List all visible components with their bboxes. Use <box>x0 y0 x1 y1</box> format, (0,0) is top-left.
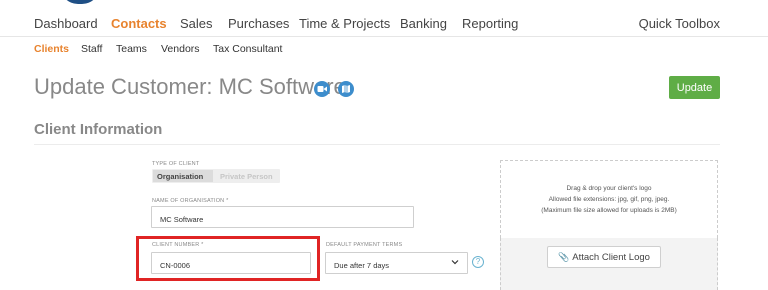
section-divider <box>34 144 720 145</box>
help-icon[interactable]: ? <box>472 256 484 268</box>
paperclip-icon: 📎 <box>558 251 570 262</box>
subnav-tax-consultant[interactable]: Tax Consultant <box>213 43 282 55</box>
map-icon[interactable] <box>338 81 354 97</box>
org-name-value: MC Software <box>160 215 204 224</box>
subnav-teams[interactable]: Teams <box>116 43 147 55</box>
payment-terms-value: Due after 7 days <box>334 261 390 270</box>
dropzone-size-limit: (Maximum file size allowed for uploads i… <box>541 207 677 214</box>
payment-terms-select[interactable]: Due after 7 days <box>325 252 468 274</box>
client-type-toggle: Organisation Private Person <box>152 169 280 183</box>
page-title: Update Customer: MC Software <box>34 74 346 99</box>
nav-time-projects[interactable]: Time & Projects <box>299 16 390 31</box>
org-name-field[interactable]: MC Software <box>151 206 414 228</box>
dropzone-instruction: Drag & drop your client's logo <box>566 185 652 192</box>
dropzone-extensions: Allowed file extensions: jpg, gif, png, … <box>548 196 670 203</box>
nav-purchases[interactable]: Purchases <box>228 16 289 31</box>
nav-banking[interactable]: Banking <box>400 16 447 31</box>
payment-terms-label: DEFAULT PAYMENT TERMS <box>326 242 403 248</box>
attach-client-logo-button[interactable]: 📎 Attach Client Logo <box>547 246 661 268</box>
nav-dashboard[interactable]: Dashboard <box>34 16 98 31</box>
quick-toolbox-link[interactable]: Quick Toolbox <box>639 16 720 31</box>
subnav-clients[interactable]: Clients <box>34 43 69 55</box>
nav-reporting[interactable]: Reporting <box>462 16 518 31</box>
attach-button-label: Attach Client Logo <box>572 251 650 263</box>
subnav-vendors[interactable]: Vendors <box>161 43 200 55</box>
sub-nav: Clients Staff Teams Vendors Tax Consulta… <box>0 36 768 60</box>
logo-dropzone[interactable]: Drag & drop your client's logo Allowed f… <box>500 160 718 238</box>
toggle-organisation[interactable]: Organisation <box>153 170 213 182</box>
org-name-label: NAME OF ORGANISATION * <box>152 198 229 204</box>
update-button[interactable]: Update <box>669 76 720 99</box>
nav-sales[interactable]: Sales <box>180 16 213 31</box>
section-title: Client Information <box>34 121 163 138</box>
type-of-client-label: TYPE OF CLIENT <box>152 161 200 167</box>
subnav-staff[interactable]: Staff <box>81 43 102 55</box>
toggle-private-person[interactable]: Private Person <box>220 172 273 181</box>
nav-contacts[interactable]: Contacts <box>111 16 167 31</box>
client-number-highlight <box>136 236 320 281</box>
video-icon[interactable] <box>314 81 330 97</box>
chevron-down-icon <box>451 260 459 265</box>
